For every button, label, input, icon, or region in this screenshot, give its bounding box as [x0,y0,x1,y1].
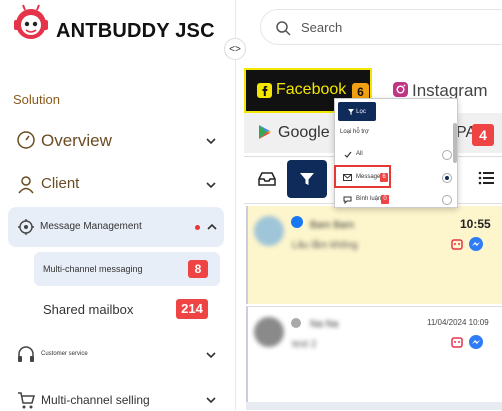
headset-icon [18,346,34,362]
filter-dropdown: Lọc Loại hỗ trợ All Message 6 Bình luận … [334,98,458,208]
conversation-list-footer [246,402,502,410]
messenger-icon [469,237,483,251]
chevron-down-icon [206,138,216,145]
message-preview: test 2 [292,339,317,350]
filter-option-label: Bình luận [356,196,382,202]
section-label: Solution [13,92,60,107]
robot-icon [451,337,463,348]
dropdown-scrollbar[interactable] [453,123,457,163]
tab-label: Facebook [276,81,347,98]
highlight-box [334,165,391,188]
list-icon[interactable] [478,170,494,186]
contact-name: Na Na [310,319,339,330]
inbox-icon[interactable] [258,172,276,186]
search-placeholder: Search [301,20,343,35]
radio-button-selected[interactable] [442,173,452,183]
sidebar-item-label: Customer service [41,351,88,357]
brand-name: ANTBUDDY JSC [56,20,215,42]
count-badge: 214 [176,299,208,319]
message-preview: Lâu lắm không [292,240,358,251]
facebook-small-icon [291,216,303,228]
subitem-label: Shared mailbox [43,302,134,317]
conversation-time: 11/04/2024 10:09 [427,318,489,327]
speedometer-icon [17,131,35,149]
radio-button[interactable] [442,195,452,205]
sidebar-item-overview[interactable]: Overview [0,128,236,154]
sidebar: ANTBUDDY JSC Solution Overview Client Me… [0,0,236,410]
google-play-icon [259,125,271,139]
chevron-down-icon [206,397,216,404]
comment-icon [343,196,352,204]
chevron-down-icon [206,182,216,189]
facebook-icon [257,83,272,98]
filter-section-header: Loại hỗ trợ [340,129,369,135]
cart-icon [18,392,35,409]
filter-icon [348,108,355,115]
filter-button[interactable] [287,160,327,198]
filter-apply-label: Lọc [356,108,366,115]
conversation-time: 10:55 [460,217,491,231]
message-cog-icon [18,219,34,235]
filter-icon [300,173,314,185]
search-icon [276,21,291,36]
avatar [254,216,284,246]
antbuddy-logo-icon [14,4,48,39]
sidebar-item-label: Overview [41,131,112,150]
robot-icon [451,239,463,250]
sidebar-item-customer-service[interactable]: Customer service [0,344,236,366]
person-icon [18,176,34,194]
contact-name: Bam Bam [310,220,354,231]
sidebar-item-multichannel-selling[interactable]: Multi-channel selling [0,389,236,411]
instagram-icon [393,82,408,97]
count-badge: 4 [472,124,494,146]
collapse-sidebar-button[interactable]: <> [224,38,246,60]
sidebar-subitem-shared-mailbox[interactable]: Shared mailbox 214 [34,296,220,322]
avatar [254,317,284,347]
count-badge: 8 [188,260,208,278]
avatar-small-icon [291,318,301,328]
unread-dot [195,225,200,230]
sidebar-item-label: Message Management [40,221,142,232]
filter-option-label: All [356,151,363,157]
radio-button[interactable] [442,150,452,160]
search-input[interactable]: Search [260,9,502,45]
check-icon [344,151,352,158]
filter-option-all[interactable]: All [338,146,452,164]
chevron-down-icon [206,352,216,359]
chevron-up-icon [207,223,217,230]
sidebar-item-message-management[interactable]: Message Management [8,207,224,247]
sidebar-subitem-multichannel-messaging[interactable]: Multi-channel messaging 8 [34,252,220,286]
sidebar-item-label: Multi-channel selling [41,393,150,407]
subitem-label: Multi-channel messaging [43,264,143,274]
filter-apply-button[interactable]: Lọc [338,102,376,121]
sidebar-item-client[interactable]: Client [0,172,236,198]
filter-option-comment[interactable]: Bình luận 0 [338,191,452,207]
count-badge: 0 [381,195,389,204]
messenger-icon [469,335,483,349]
sidebar-item-label: Client [41,175,80,192]
tab-google[interactable]: Google [278,124,330,142]
